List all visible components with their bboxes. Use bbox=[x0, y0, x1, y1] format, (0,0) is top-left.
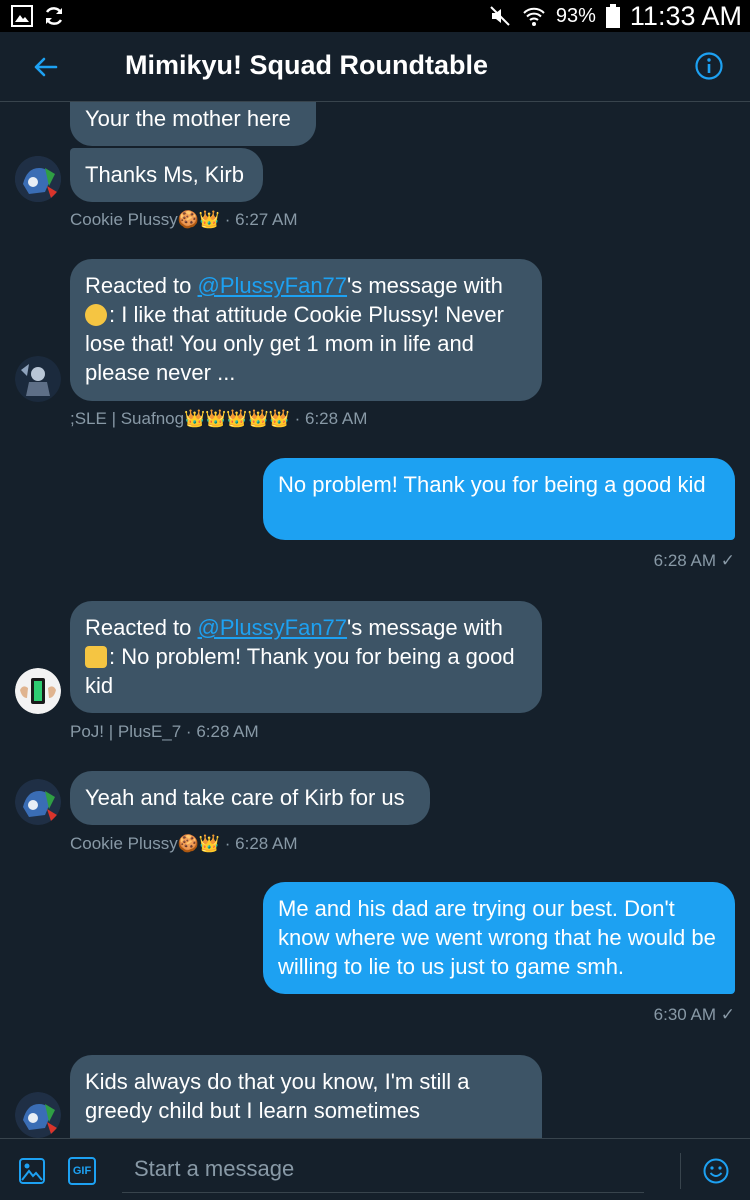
astonished-emoji-icon bbox=[85, 304, 107, 326]
gif-icon[interactable]: GIF bbox=[68, 1157, 96, 1185]
avatar[interactable] bbox=[15, 156, 61, 202]
message-text: Me and his dad are trying our best. Don'… bbox=[278, 896, 716, 979]
message-text: Kids always do that you know, I'm still … bbox=[85, 1069, 470, 1123]
mention-link[interactable]: @PlussyFan77 bbox=[198, 273, 348, 298]
reaction-prefix: Reacted to bbox=[85, 273, 198, 298]
reaction-prefix: Reacted to bbox=[85, 615, 198, 640]
battery-percent: 93% bbox=[555, 4, 596, 27]
message-time: 6:27 AM bbox=[235, 210, 298, 229]
reaction-body: : No problem! Thank you for being a good… bbox=[85, 644, 515, 698]
message-bubble[interactable]: No problem! Thank you for being a good k… bbox=[263, 458, 735, 540]
thumbs-up-emoji-icon bbox=[85, 646, 107, 668]
message-input[interactable] bbox=[122, 1145, 644, 1193]
reaction-suffix: 's message with bbox=[347, 615, 503, 640]
message-bubble[interactable]: Me and his dad are trying our best. Don'… bbox=[263, 882, 735, 994]
info-icon[interactable] bbox=[694, 51, 724, 81]
sender-name: ;SLE | Suafnog👑👑👑👑👑 bbox=[70, 409, 290, 428]
message-time: 6:28 AM bbox=[305, 409, 368, 428]
sender-name: Cookie Plussy🍪👑 bbox=[70, 834, 221, 853]
message-text: Thanks Ms, Kirb bbox=[85, 162, 244, 187]
message-bubble[interactable]: Your the mother here bbox=[70, 102, 316, 146]
avatar[interactable] bbox=[15, 668, 61, 714]
message-time: 6:28 AM ✓ bbox=[653, 551, 735, 570]
image-icon[interactable] bbox=[18, 1157, 46, 1185]
message-bubble[interactable]: Kids always do that you know, I'm still … bbox=[70, 1055, 542, 1138]
message-bubble[interactable]: Thanks Ms, Kirb bbox=[70, 148, 263, 202]
composer-divider bbox=[680, 1153, 681, 1189]
avatar[interactable] bbox=[15, 779, 61, 825]
message-list[interactable]: Your the mother here Thanks Ms, Kirb Coo… bbox=[0, 102, 750, 1138]
sender-name: Cookie Plussy🍪👑 bbox=[70, 210, 221, 229]
message-text: Your the mother here bbox=[85, 106, 291, 131]
message-text: Yeah and take care of Kirb for us bbox=[85, 785, 405, 810]
gif-label: GIF bbox=[72, 1165, 92, 1177]
message-time: 6:28 AM bbox=[235, 834, 298, 853]
conversation-header: Mimikyu! Squad Roundtable bbox=[0, 32, 750, 102]
smiley-icon[interactable] bbox=[702, 1157, 730, 1185]
message-meta: PoJ! | PlusE_7 · 6:28 AM bbox=[70, 722, 259, 741]
battery-icon bbox=[605, 4, 620, 28]
message-time: 6:30 AM ✓ bbox=[653, 1005, 735, 1024]
mute-icon bbox=[490, 6, 510, 26]
message-meta: Cookie Plussy🍪👑 · 6:28 AM bbox=[70, 834, 298, 853]
message-text: No problem! Thank you for being a good k… bbox=[278, 472, 706, 497]
reaction-body: : I like that attitude Cookie Plussy! Ne… bbox=[85, 302, 504, 385]
message-composer: GIF bbox=[0, 1138, 750, 1200]
status-bar: 93% 11:33 AM bbox=[0, 0, 750, 32]
conversation-title: Mimikyu! Squad Roundtable bbox=[125, 50, 489, 80]
message-meta: Cookie Plussy🍪👑 · 6:27 AM bbox=[70, 210, 298, 229]
mention-link[interactable]: @PlussyFan77 bbox=[198, 615, 348, 640]
sender-name: PoJ! | PlusE_7 bbox=[70, 722, 182, 741]
message-meta: ;SLE | Suafnog👑👑👑👑👑 · 6:28 AM bbox=[70, 409, 368, 428]
message-bubble[interactable]: Reacted to @PlussyFan77's message with :… bbox=[70, 601, 542, 713]
sync-icon bbox=[45, 7, 63, 25]
image-icon bbox=[11, 5, 33, 27]
back-arrow-icon[interactable] bbox=[30, 52, 60, 82]
avatar[interactable] bbox=[15, 1092, 61, 1138]
reaction-suffix: 's message with bbox=[347, 273, 503, 298]
message-time: 6:28 AM bbox=[196, 722, 259, 741]
message-bubble[interactable]: Reacted to @PlussyFan77's message with :… bbox=[70, 259, 542, 401]
avatar[interactable] bbox=[15, 356, 61, 402]
message-bubble[interactable]: Yeah and take care of Kirb for us bbox=[70, 771, 430, 825]
status-time: 11:33 AM bbox=[629, 0, 742, 31]
wifi-icon bbox=[523, 7, 545, 26]
